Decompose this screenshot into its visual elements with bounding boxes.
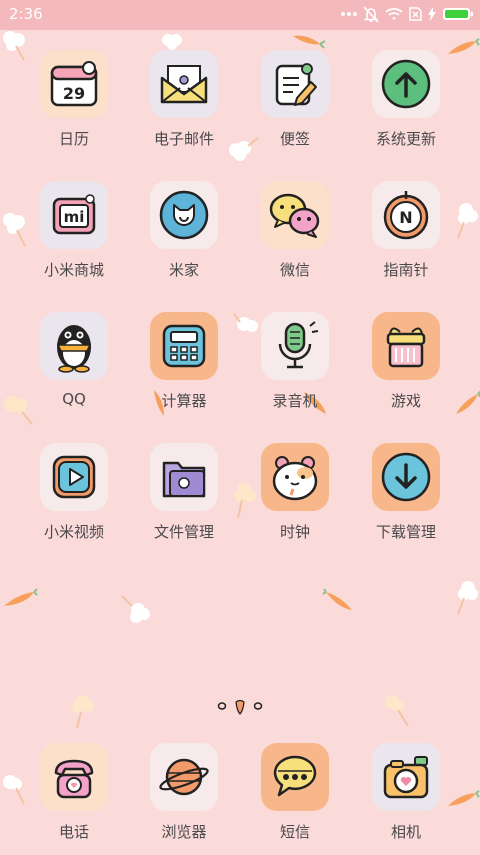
app-compass[interactable]: N 指南针 [351, 181, 461, 293]
game-gift-icon [386, 327, 426, 368]
app-calculator[interactable]: 计算器 [129, 312, 239, 424]
camera-icon [383, 756, 429, 799]
dock-browser[interactable]: 浏览器 [129, 743, 239, 855]
app-label: 指南针 [383, 261, 429, 279]
cotton-candy-decoration-icon [457, 581, 478, 615]
file-manager-icon [162, 461, 206, 498]
carrot-decoration-icon [293, 35, 326, 49]
app-label: 小米视频 [43, 523, 104, 541]
calculator-icon [162, 324, 206, 368]
app-label: 下载管理 [375, 523, 436, 541]
wechat-icon [269, 193, 320, 238]
app-label: 小米商城 [43, 261, 104, 279]
app-label: 录音机 [272, 392, 318, 410]
status-time: 2:36 [9, 5, 43, 23]
app-qq[interactable]: QQ [19, 312, 129, 424]
calendar-day-number: 29 [63, 84, 85, 103]
app-label: 游戏 [390, 392, 421, 410]
app-label: 计算器 [161, 392, 207, 410]
app-calendar[interactable]: 29 日历 [19, 50, 129, 162]
mi-store-mark: mi [64, 208, 85, 226]
compass-north-mark: N [399, 208, 412, 227]
app-label: 系统更新 [375, 130, 436, 148]
charging-bolt-icon [428, 7, 436, 21]
system-update-icon [381, 59, 431, 109]
app-label: 日历 [58, 130, 89, 148]
browser-planet-icon [159, 758, 209, 796]
status-icons [341, 4, 474, 24]
app-label: 米家 [168, 261, 199, 279]
app-mi-store[interactable]: mi 小米商城 [19, 181, 129, 293]
dock-messages[interactable]: 短信 [240, 743, 350, 855]
cotton-candy-decoration-icon [385, 695, 409, 727]
app-label: 相机 [390, 823, 421, 841]
app-clock[interactable]: 时钟 [240, 443, 350, 555]
battery-icon [443, 8, 473, 20]
recorder-icon [278, 321, 319, 369]
download-icon [381, 452, 431, 502]
message-icon [273, 755, 317, 797]
no-sim-icon [409, 7, 422, 21]
mi-store-icon: mi [52, 194, 96, 235]
app-label: 文件管理 [153, 523, 214, 541]
app-label: 短信 [279, 823, 310, 841]
app-wechat[interactable]: 微信 [240, 181, 350, 293]
mijia-icon [159, 190, 209, 240]
app-label: 电话 [58, 823, 89, 841]
app-label: 微信 [279, 261, 310, 279]
dock-phone[interactable]: 电话 [19, 743, 129, 855]
app-system-update[interactable]: 系统更新 [351, 50, 461, 162]
dock-camera[interactable]: 相机 [351, 743, 461, 855]
compass-icon: N [383, 191, 429, 240]
mute-bell-icon [363, 5, 379, 23]
app-mijia[interactable]: 米家 [129, 181, 239, 293]
app-notes[interactable]: 便签 [240, 50, 350, 162]
cotton-candy-decoration-icon [121, 595, 150, 623]
page-indicator[interactable] [216, 698, 264, 716]
more-dots-icon [341, 12, 357, 16]
app-label: 电子邮件 [153, 130, 214, 148]
carrot-decoration-icon [322, 588, 352, 610]
app-game[interactable]: 游戏 [351, 312, 461, 424]
cotton-candy-decoration-icon [72, 695, 94, 729]
app-download-manager[interactable]: 下载管理 [351, 443, 461, 555]
wifi-icon [385, 8, 403, 20]
video-play-icon [52, 455, 96, 499]
phone-icon [54, 759, 94, 799]
app-label: 时钟 [279, 523, 310, 541]
app-label: 浏览器 [161, 823, 207, 841]
app-file-manager[interactable]: 文件管理 [129, 443, 239, 555]
notes-icon [275, 63, 317, 106]
email-icon [160, 65, 208, 104]
status-bar: 2:36 [0, 0, 480, 30]
app-mi-video[interactable]: 小米视频 [19, 443, 129, 555]
calendar-icon: 29 [50, 61, 98, 107]
app-recorder[interactable]: 录音机 [240, 312, 350, 424]
clock-hamster-icon [272, 456, 318, 501]
app-label: 便签 [279, 130, 310, 148]
carrot-decoration-icon [4, 588, 38, 606]
app-email[interactable]: 电子邮件 [129, 50, 239, 162]
app-label: QQ [62, 390, 86, 408]
qq-penguin-icon [56, 325, 92, 373]
